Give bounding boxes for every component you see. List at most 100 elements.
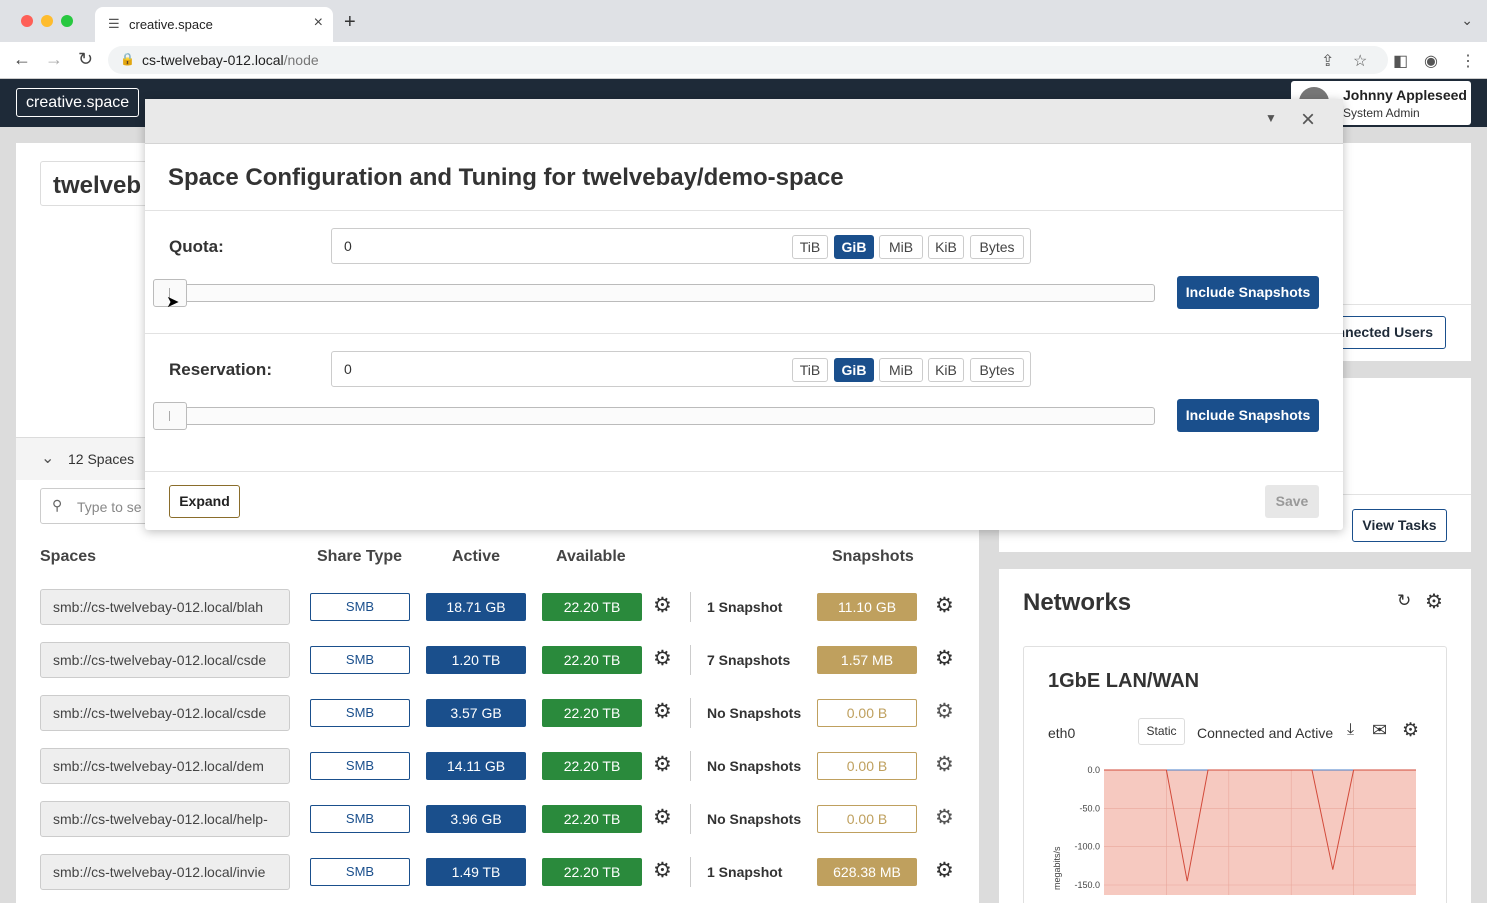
new-tab-icon[interactable]: + [344,11,356,34]
minimize-icon[interactable]: ▼ [1265,111,1277,125]
save-button[interactable]: Save [1265,485,1319,518]
close-window-button[interactable] [21,15,33,27]
zoom-window-button[interactable] [61,15,73,27]
share-type-badge[interactable]: SMB [310,646,410,674]
col-share-type: Share Type [317,548,403,565]
back-icon[interactable]: ← [13,49,31,70]
networks-title: Networks [1023,589,1132,616]
close-tab-icon[interactable]: × [314,14,323,32]
col-snapshots: Snapshots [832,548,914,565]
snapshot-count: No Snapshots [707,811,802,827]
reservation-unit-kib[interactable]: KiB [928,358,964,382]
table-row: smb://cs-twelvebay-012.local/csde SMB 3.57… [40,695,970,731]
minimize-window-button[interactable] [41,15,53,27]
expand-button[interactable]: Expand [169,485,240,518]
quota-unit-mib[interactable]: MiB [879,235,923,259]
divider [690,698,691,728]
space-config-modal: ▼ × Space Configuration and Tuning for t… [145,99,1343,530]
gear-icon[interactable]: ⚙ [935,805,954,831]
quota-unit-kib[interactable]: KiB [928,235,964,259]
quota-unit-bytes[interactable]: Bytes [970,235,1024,259]
gear-icon[interactable]: ⚙ [1425,589,1443,614]
space-url[interactable]: smb://cs-twelvebay-012.local/dem [40,748,290,784]
quota-unit-tib[interactable]: TiB [792,235,828,259]
space-url[interactable]: smb://cs-twelvebay-012.local/invie [40,854,290,890]
space-url[interactable]: smb://cs-twelvebay-012.local/csde [40,695,290,731]
download-icon[interactable]: ⤓ [1347,721,1354,739]
share-icon[interactable]: ⇪ [1321,51,1334,71]
gear-icon[interactable]: ⚙ [653,752,672,778]
chart-tick-label: 0.0 [1087,765,1100,775]
snapshot-size-badge: 0.00 B [817,752,917,780]
snapshot-count: 1 Snapshot [707,599,783,615]
gear-icon[interactable]: ⚙ [653,593,672,619]
snapshot-count: 1 Snapshot [707,864,783,880]
brand-logo[interactable]: creative.space [16,88,140,117]
reservation-unit-bytes[interactable]: Bytes [970,358,1024,382]
interface-name: eth0 [1048,725,1076,741]
chevron-down-icon[interactable]: ⌄ [1461,12,1473,29]
reservation-unit-mib[interactable]: MiB [879,358,923,382]
gear-icon[interactable]: ⚙ [935,699,954,725]
gear-icon[interactable]: ⚙ [935,593,954,619]
share-type-badge[interactable]: SMB [310,805,410,833]
gear-icon[interactable]: ⚙ [935,646,954,672]
space-url[interactable]: smb://cs-twelvebay-012.local/blah [40,589,290,625]
connected-users-button[interactable]: nnected Users [1335,316,1446,349]
node-title: twelveb [53,172,142,199]
user-name: Johnny Appleseed [1343,87,1467,103]
sidebar-icon[interactable]: ◧ [1393,51,1408,71]
space-url[interactable]: smb://cs-twelvebay-012.local/csde [40,642,290,678]
gear-icon[interactable]: ⚙ [935,858,954,884]
gear-icon[interactable]: ⚙ [1402,719,1419,742]
quota-input[interactable]: 0 TiB GiB MiB KiB Bytes [331,228,1031,264]
mail-icon[interactable]: ✉ [1372,720,1387,741]
forward-icon[interactable]: → [45,49,63,70]
available-size-badge: 22.20 TB [542,752,642,780]
hamburger-icon: ☰ [108,16,120,31]
url-text[interactable]: cs-twelvebay-012.local/node [142,52,319,68]
browser-toolbar: ← → ↻ 🔒 cs-twelvebay-012.local/node ⇪ ☆ … [0,42,1487,79]
chart-area-fill [1104,770,1416,895]
gear-icon[interactable]: ⚙ [653,699,672,725]
network-status: Connected and Active [1197,725,1334,741]
search-icon: ⚲ [52,497,63,513]
reload-icon[interactable]: ↻ [78,49,93,70]
col-active: Active [452,548,501,565]
share-type-badge[interactable]: SMB [310,699,410,727]
star-icon[interactable]: ☆ [1353,51,1367,71]
reservation-slider-handle[interactable] [153,402,187,430]
browser-tab[interactable]: ☰ creative.space × [95,7,333,42]
reservation-slider-track[interactable] [153,402,1155,430]
reservation-include-snapshots-button[interactable]: Include Snapshots [1177,399,1319,432]
reservation-unit-tib[interactable]: TiB [792,358,828,382]
table-row: smb://cs-twelvebay-012.local/blah SMB 18.7… [40,589,970,625]
quota-unit-gib[interactable]: GiB [834,235,874,259]
share-type-badge[interactable]: SMB [310,593,410,621]
quota-slider-track[interactable] [153,279,1155,307]
view-tasks-button[interactable]: View Tasks [1352,509,1447,542]
table-row: smb://cs-twelvebay-012.local/help- SMB 3.9… [40,801,970,837]
snapshot-size-badge: 0.00 B [817,699,917,727]
share-type-badge[interactable]: SMB [310,752,410,780]
close-icon[interactable]: × [1301,106,1315,134]
quota-include-snapshots-button[interactable]: Include Snapshots [1177,276,1319,309]
gear-icon[interactable]: ⚙ [653,646,672,672]
share-type-badge[interactable]: SMB [310,858,410,886]
space-url[interactable]: smb://cs-twelvebay-012.local/help- [40,801,290,837]
snapshot-size-badge: 1.57 MB [817,646,917,674]
snapshot-size-badge: 11.10 GB [817,593,917,621]
gear-icon[interactable]: ⚙ [653,805,672,831]
available-size-badge: 22.20 TB [542,699,642,727]
refresh-icon[interactable]: ↻ [1397,591,1411,611]
more-icon[interactable]: ⋮ [1460,51,1476,71]
reservation-input[interactable]: 0 TiB GiB MiB KiB Bytes [331,351,1031,387]
active-size-badge: 3.57 GB [426,699,526,727]
chart-y-axis-label: megabits/s [1052,846,1062,890]
profile-icon[interactable]: ◉ [1424,51,1438,71]
gear-icon[interactable]: ⚙ [653,858,672,884]
gear-icon[interactable]: ⚙ [935,752,954,778]
reservation-unit-gib[interactable]: GiB [834,358,874,382]
collapse-chevron-icon[interactable]: ⌄ [41,448,54,468]
address-bar[interactable]: 🔒 cs-twelvebay-012.local/node [108,46,1388,74]
